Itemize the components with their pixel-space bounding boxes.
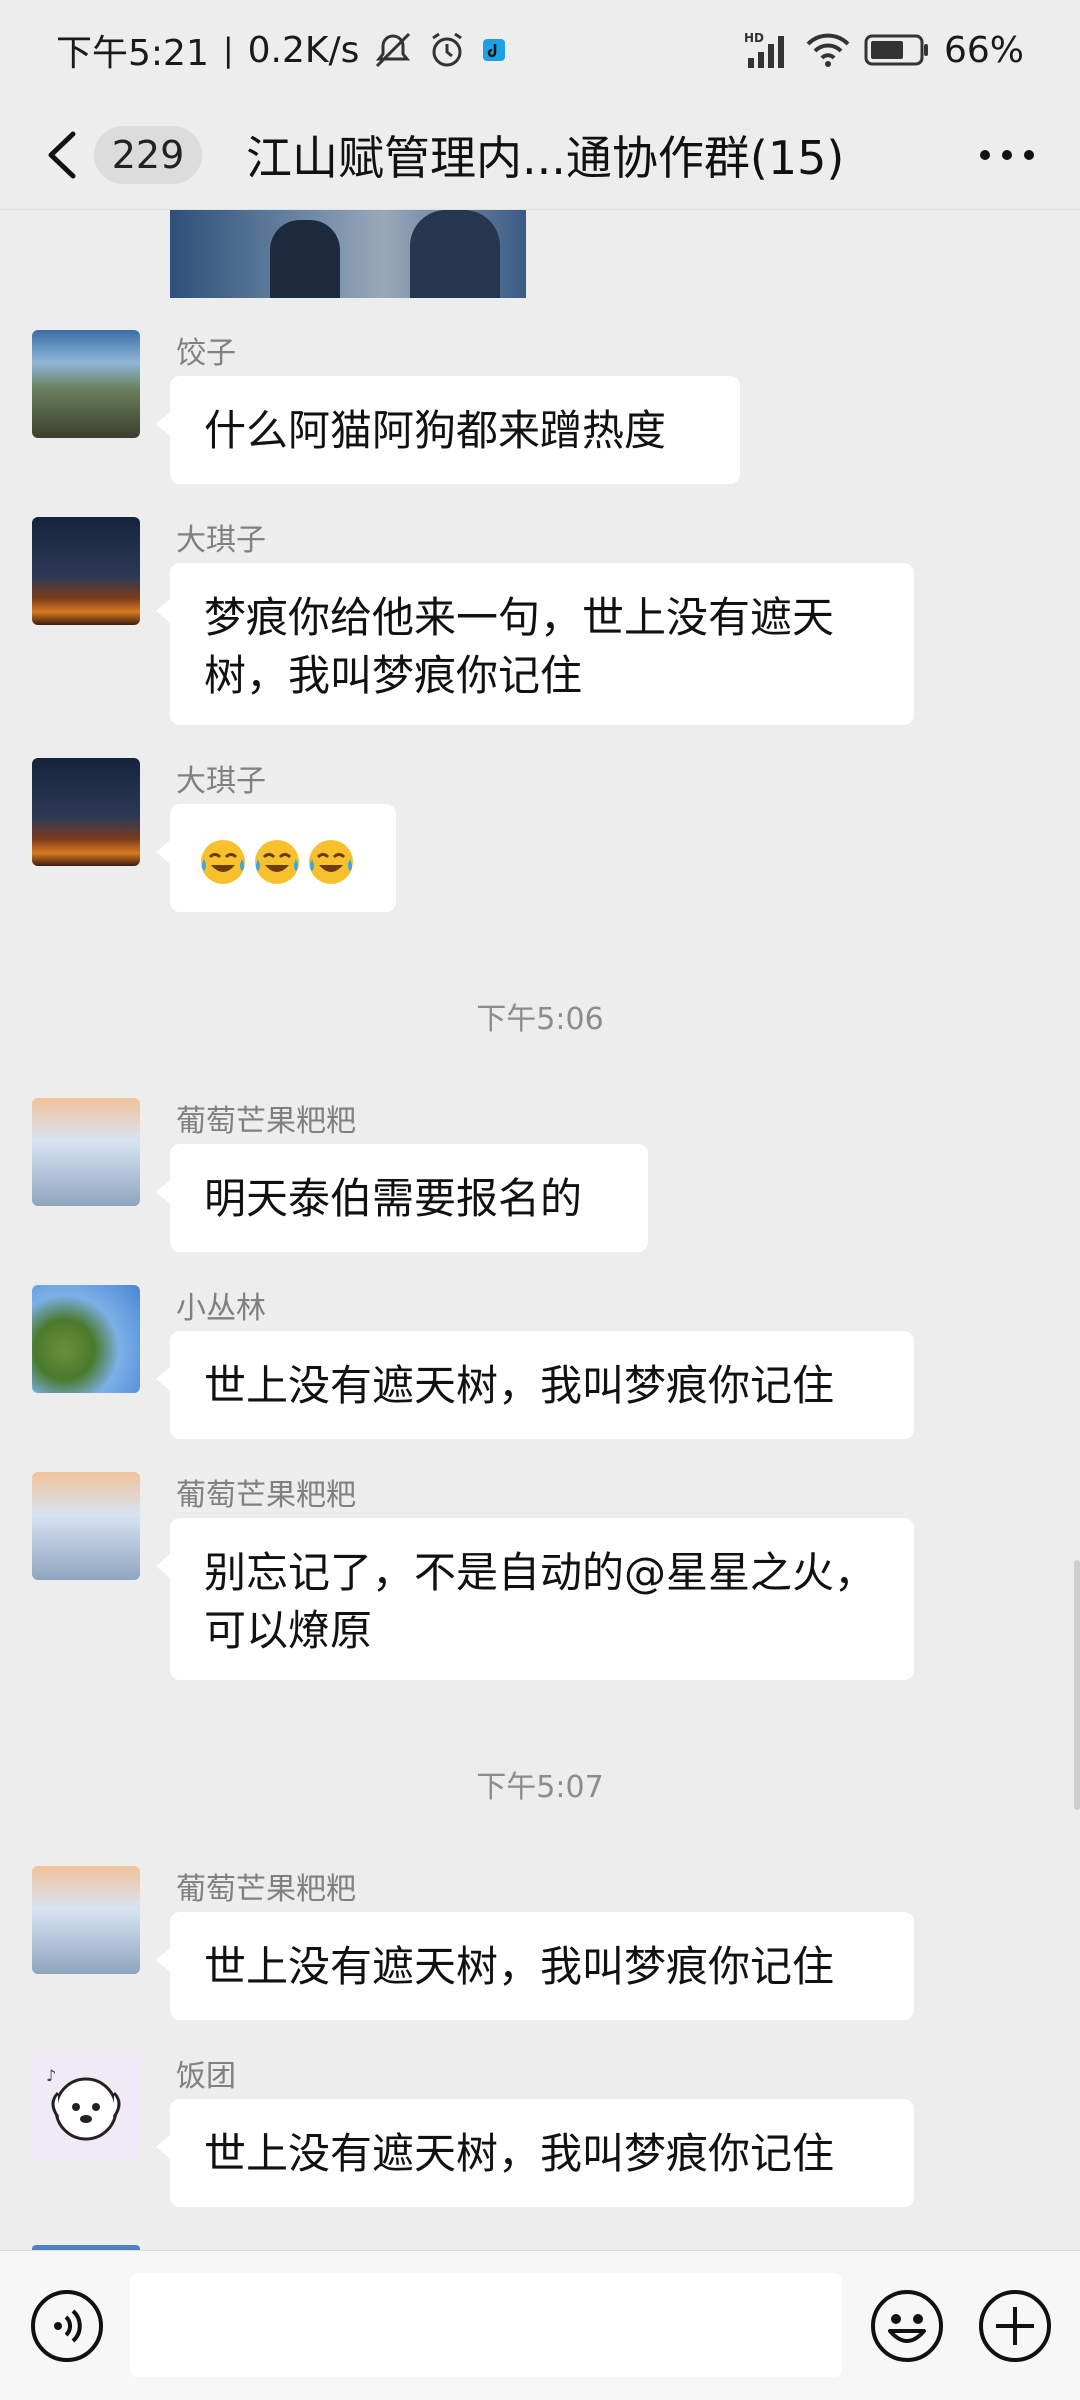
unread-count-badge[interactable]: 229: [94, 125, 202, 184]
message-input-bar: [0, 2250, 1080, 2400]
wifi-icon: [806, 32, 850, 68]
message-bubble[interactable]: [156, 804, 396, 912]
sender-name: 小丛林: [176, 1291, 266, 1326]
image-message-partial[interactable]: [170, 210, 526, 298]
message-bubble[interactable]: 世上没有遮天树，我叫梦痕你记住: [156, 2099, 914, 2207]
smiley-icon: [871, 2290, 943, 2362]
timestamp: 下午5:06: [476, 1002, 604, 1037]
laugh-cry-emoji-icon: [255, 839, 299, 884]
sender-name: 大琪子: [176, 764, 266, 799]
status-right: HD 66%: [744, 30, 1024, 71]
svg-text:♪: ♪: [46, 2066, 56, 2085]
mute-icon: [373, 30, 413, 70]
plus-icon: [979, 2290, 1051, 2362]
message-input[interactable]: [130, 2273, 842, 2377]
chat-message-list[interactable]: 饺子 什么阿猫阿狗都来蹭热度 大琪子 梦痕你给他来一句，世上没有遮天 树，我叫梦…: [0, 210, 1080, 2250]
cartoon-dog-icon: ♪: [46, 2066, 121, 2141]
avatar[interactable]: [32, 517, 140, 625]
status-left: 下午5:21 | 0.2K/s: [56, 24, 507, 76]
scrollbar[interactable]: [1074, 1560, 1080, 1810]
battery-percent: 66%: [943, 29, 1024, 71]
more-functions-button[interactable]: [978, 2289, 1052, 2363]
image-figure: [410, 210, 500, 298]
avatar[interactable]: [32, 330, 140, 438]
avatar[interactable]: [32, 758, 140, 866]
message-bubble[interactable]: 梦痕你给他来一句，世上没有遮天 树，我叫梦痕你记住: [156, 563, 914, 725]
message-bubble[interactable]: 什么阿猫阿狗都来蹭热度: [156, 376, 740, 484]
message-bubble[interactable]: 明天泰伯需要报名的: [156, 1144, 648, 1252]
avatar[interactable]: [32, 1098, 140, 1206]
message-line: 可以燎原: [204, 1606, 373, 1655]
message-line: 树，我叫梦痕你记住: [204, 651, 583, 700]
status-bar: 下午5:21 | 0.2K/s HD 66%: [0, 0, 1080, 100]
chevron-left-icon: [48, 131, 76, 178]
status-separator: |: [222, 31, 234, 69]
voice-icon: [31, 2290, 103, 2362]
message-bubble[interactable]: 世上没有遮天树，我叫梦痕你记住: [156, 1912, 914, 2020]
message-line: 别忘记了，不是自动的@星星之火，: [204, 1548, 877, 1597]
message-bubble[interactable]: 世上没有遮天树，我叫梦痕你记住: [156, 1331, 914, 1439]
emoji-button[interactable]: [870, 2289, 944, 2363]
signal-icon: HD: [744, 30, 792, 70]
avatar[interactable]: [32, 1285, 140, 1393]
network-speed: 0.2K/s: [247, 29, 360, 71]
voice-input-button[interactable]: [30, 2289, 104, 2363]
more-options-button[interactable]: [972, 127, 1042, 183]
sender-name: 大琪子: [176, 523, 266, 558]
laugh-cry-emoji-icon: [309, 839, 353, 884]
sender-name: 葡萄芒果粑粑: [176, 1872, 356, 1907]
tiktok-notification-icon: [481, 37, 507, 63]
chat-title: 江山赋管理内...通协作群(15): [246, 130, 845, 185]
sender-name: 葡萄芒果粑粑: [176, 1478, 356, 1513]
alarm-icon: [427, 30, 467, 70]
timestamp: 下午5:07: [476, 1770, 604, 1805]
laugh-cry-emoji-icon: [201, 839, 245, 884]
message-line: 梦痕你给他来一句，世上没有遮天: [204, 593, 835, 642]
more-dots-icon: [980, 150, 1034, 160]
image-figure: [270, 220, 340, 298]
avatar[interactable]: [32, 1866, 140, 1974]
chat-header: 229 江山赋管理内...通协作群(15): [0, 100, 1080, 210]
sender-name: 葡萄芒果粑粑: [176, 1104, 356, 1139]
avatar[interactable]: ♪: [32, 2053, 140, 2161]
back-button[interactable]: [28, 120, 98, 190]
status-time: 下午5:21: [56, 33, 209, 74]
avatar[interactable]: [32, 1472, 140, 1580]
message-bubble[interactable]: 别忘记了，不是自动的@星星之火， 可以燎原: [156, 1518, 914, 1680]
battery-icon: [864, 33, 930, 67]
svg-text:HD: HD: [744, 31, 764, 45]
sender-name: 饭团: [176, 2059, 236, 2094]
sender-name: 饺子: [176, 336, 236, 371]
